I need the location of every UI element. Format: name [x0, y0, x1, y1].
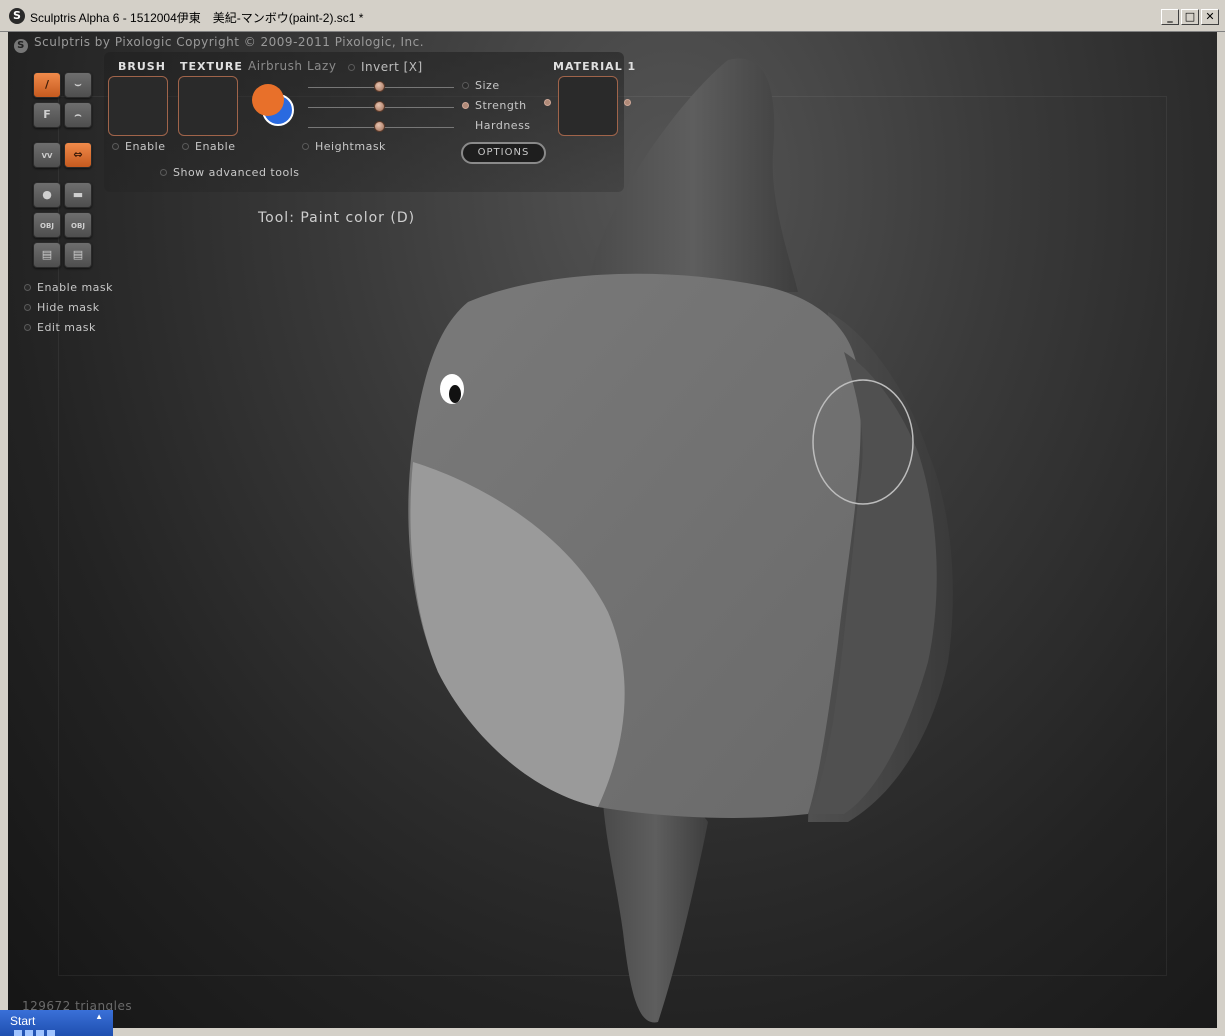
export-obj-button[interactable]: OBJ: [64, 212, 92, 238]
crease-tool-button[interactable]: ⌣: [64, 72, 92, 98]
texture-enable-toggle[interactable]: Enable: [182, 140, 235, 153]
material-next-dot[interactable]: [624, 99, 631, 106]
strength-slider-knob[interactable]: [374, 101, 385, 112]
load-button[interactable]: ▤: [64, 242, 92, 268]
crease-icon: ⌣: [74, 78, 82, 91]
show-advanced-tools-toggle[interactable]: Show advanced tools: [160, 166, 299, 179]
pixologic-logo-icon: S: [14, 39, 28, 53]
options-button[interactable]: OPTIONS: [461, 142, 546, 164]
material-label: MATERIAL 1: [553, 60, 637, 73]
swap-tool-button[interactable]: ⇔: [64, 142, 92, 168]
symmetry-tool-button[interactable]: VV: [33, 142, 61, 168]
hide-mask-toggle[interactable]: Hide mask: [24, 301, 100, 314]
enable-mask-dot: [24, 284, 31, 291]
brush-enable-toggle[interactable]: Enable: [112, 140, 165, 153]
close-button[interactable]: ✕: [1201, 9, 1219, 25]
new-sphere-button[interactable]: ●: [33, 182, 61, 208]
brush-panel: BRUSH TEXTURE Airbrush Lazy Invert [X] S…: [104, 52, 635, 192]
hide-mask-dot: [24, 304, 31, 311]
texture-label: TEXTURE: [180, 60, 243, 73]
taskbar-app-icon[interactable]: [25, 1030, 33, 1036]
smooth-tool-button[interactable]: ⌢: [64, 102, 92, 128]
taskbar-start[interactable]: Start ▲: [0, 1010, 113, 1036]
color-swatches[interactable]: [248, 80, 298, 130]
minimize-button[interactable]: _: [1161, 9, 1179, 25]
strength-label: Strength: [462, 99, 527, 112]
tool-status: Tool: Paint color (D): [258, 210, 416, 226]
lazy-toggle[interactable]: Lazy: [307, 59, 336, 73]
caret-up-icon: ▲: [95, 1012, 103, 1021]
taskbar-icons: [14, 1030, 55, 1036]
enable-mask-toggle[interactable]: Enable mask: [24, 281, 113, 294]
material-slot[interactable]: [558, 76, 618, 136]
smooth-icon: ⌢: [74, 108, 82, 121]
material-prev-dot[interactable]: [544, 99, 551, 106]
size-slider-knob[interactable]: [374, 81, 385, 92]
start-label: Start: [10, 1014, 36, 1028]
window-controls: _ □ ✕: [1161, 9, 1219, 25]
taskbar-app-icon[interactable]: [14, 1030, 22, 1036]
app-logo-icon: S: [9, 8, 25, 24]
hardness-slider-knob[interactable]: [374, 121, 385, 132]
taskbar-app-icon[interactable]: [47, 1030, 55, 1036]
primary-color-swatch: [252, 84, 284, 116]
brush-tool-button[interactable]: /: [33, 72, 61, 98]
invert-toggle[interactable]: Invert [X]: [348, 60, 423, 74]
texture-slot[interactable]: [178, 76, 238, 136]
size-label: Size: [462, 79, 500, 92]
edit-mask-toggle[interactable]: Edit mask: [24, 321, 96, 334]
save-button[interactable]: ▤: [33, 242, 61, 268]
new-plane-button[interactable]: ▬: [64, 182, 92, 208]
airbrush-toggle[interactable]: Airbrush: [248, 59, 303, 73]
copyright-line: S Sculptris by Pixologic Copyright © 2009…: [14, 35, 424, 53]
hardness-label: Hardness: [475, 119, 531, 132]
brush-slot[interactable]: [108, 76, 168, 136]
heightmask-toggle[interactable]: Heightmask: [302, 140, 386, 153]
ventral-fin: [603, 798, 708, 1023]
3d-viewport[interactable]: S Sculptris by Pixologic Copyright © 2009…: [8, 32, 1217, 1028]
window-title: Sculptris Alpha 6 - 1512004伊東 美紀-マンボウ(pa…: [30, 11, 364, 25]
maximize-button[interactable]: □: [1181, 9, 1199, 25]
brush-label: BRUSH: [118, 60, 166, 73]
taskbar-app-icon[interactable]: [36, 1030, 44, 1036]
edit-mask-dot: [24, 324, 31, 331]
invert-dot: [348, 64, 355, 71]
copyright-text: Sculptris by Pixologic Copyright © 2009-…: [34, 35, 425, 49]
flatten-tool-button[interactable]: F: [33, 102, 61, 128]
title-bar: S Sculptris Alpha 6 - 1512004伊東 美紀-マンボウ(…: [0, 0, 1225, 32]
import-obj-button[interactable]: OBJ: [33, 212, 61, 238]
